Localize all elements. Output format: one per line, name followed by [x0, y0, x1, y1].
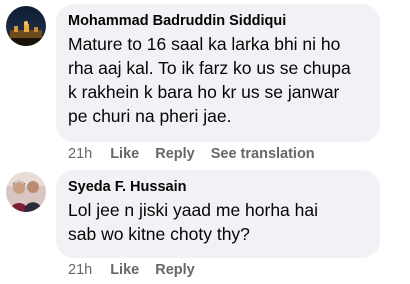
like-button[interactable]: Like: [110, 146, 139, 162]
avatar[interactable]: [6, 172, 46, 212]
reply-button[interactable]: Reply: [155, 146, 195, 162]
reply-button[interactable]: Reply: [155, 262, 195, 278]
like-button[interactable]: Like: [110, 262, 139, 278]
avatar-image: [6, 172, 46, 212]
comment-bubble: Mohammad Badruddin Siddiqui Mature to 16…: [56, 4, 380, 142]
comment-actions: 21h Like Reply See translation: [68, 146, 331, 162]
comment-text: Lol jee n jiski yaad me horha hai sab wo…: [68, 200, 319, 244]
comment-bubble: Syeda F. Hussain Lol jee n jiski yaad me…: [56, 170, 380, 258]
comment-author[interactable]: Syeda F. Hussain: [68, 178, 368, 196]
see-translation-button[interactable]: See translation: [211, 146, 315, 162]
comment-actions: 21h Like Reply: [68, 262, 211, 278]
comment-timestamp[interactable]: 21h: [68, 146, 92, 162]
comment-timestamp[interactable]: 21h: [68, 262, 92, 278]
avatar-image: [6, 6, 46, 46]
comment-text: Mature to 16 saal ka larka bhi ni ho rha…: [68, 34, 351, 126]
avatar[interactable]: [6, 6, 46, 46]
comment-author[interactable]: Mohammad Badruddin Siddiqui: [68, 12, 368, 30]
